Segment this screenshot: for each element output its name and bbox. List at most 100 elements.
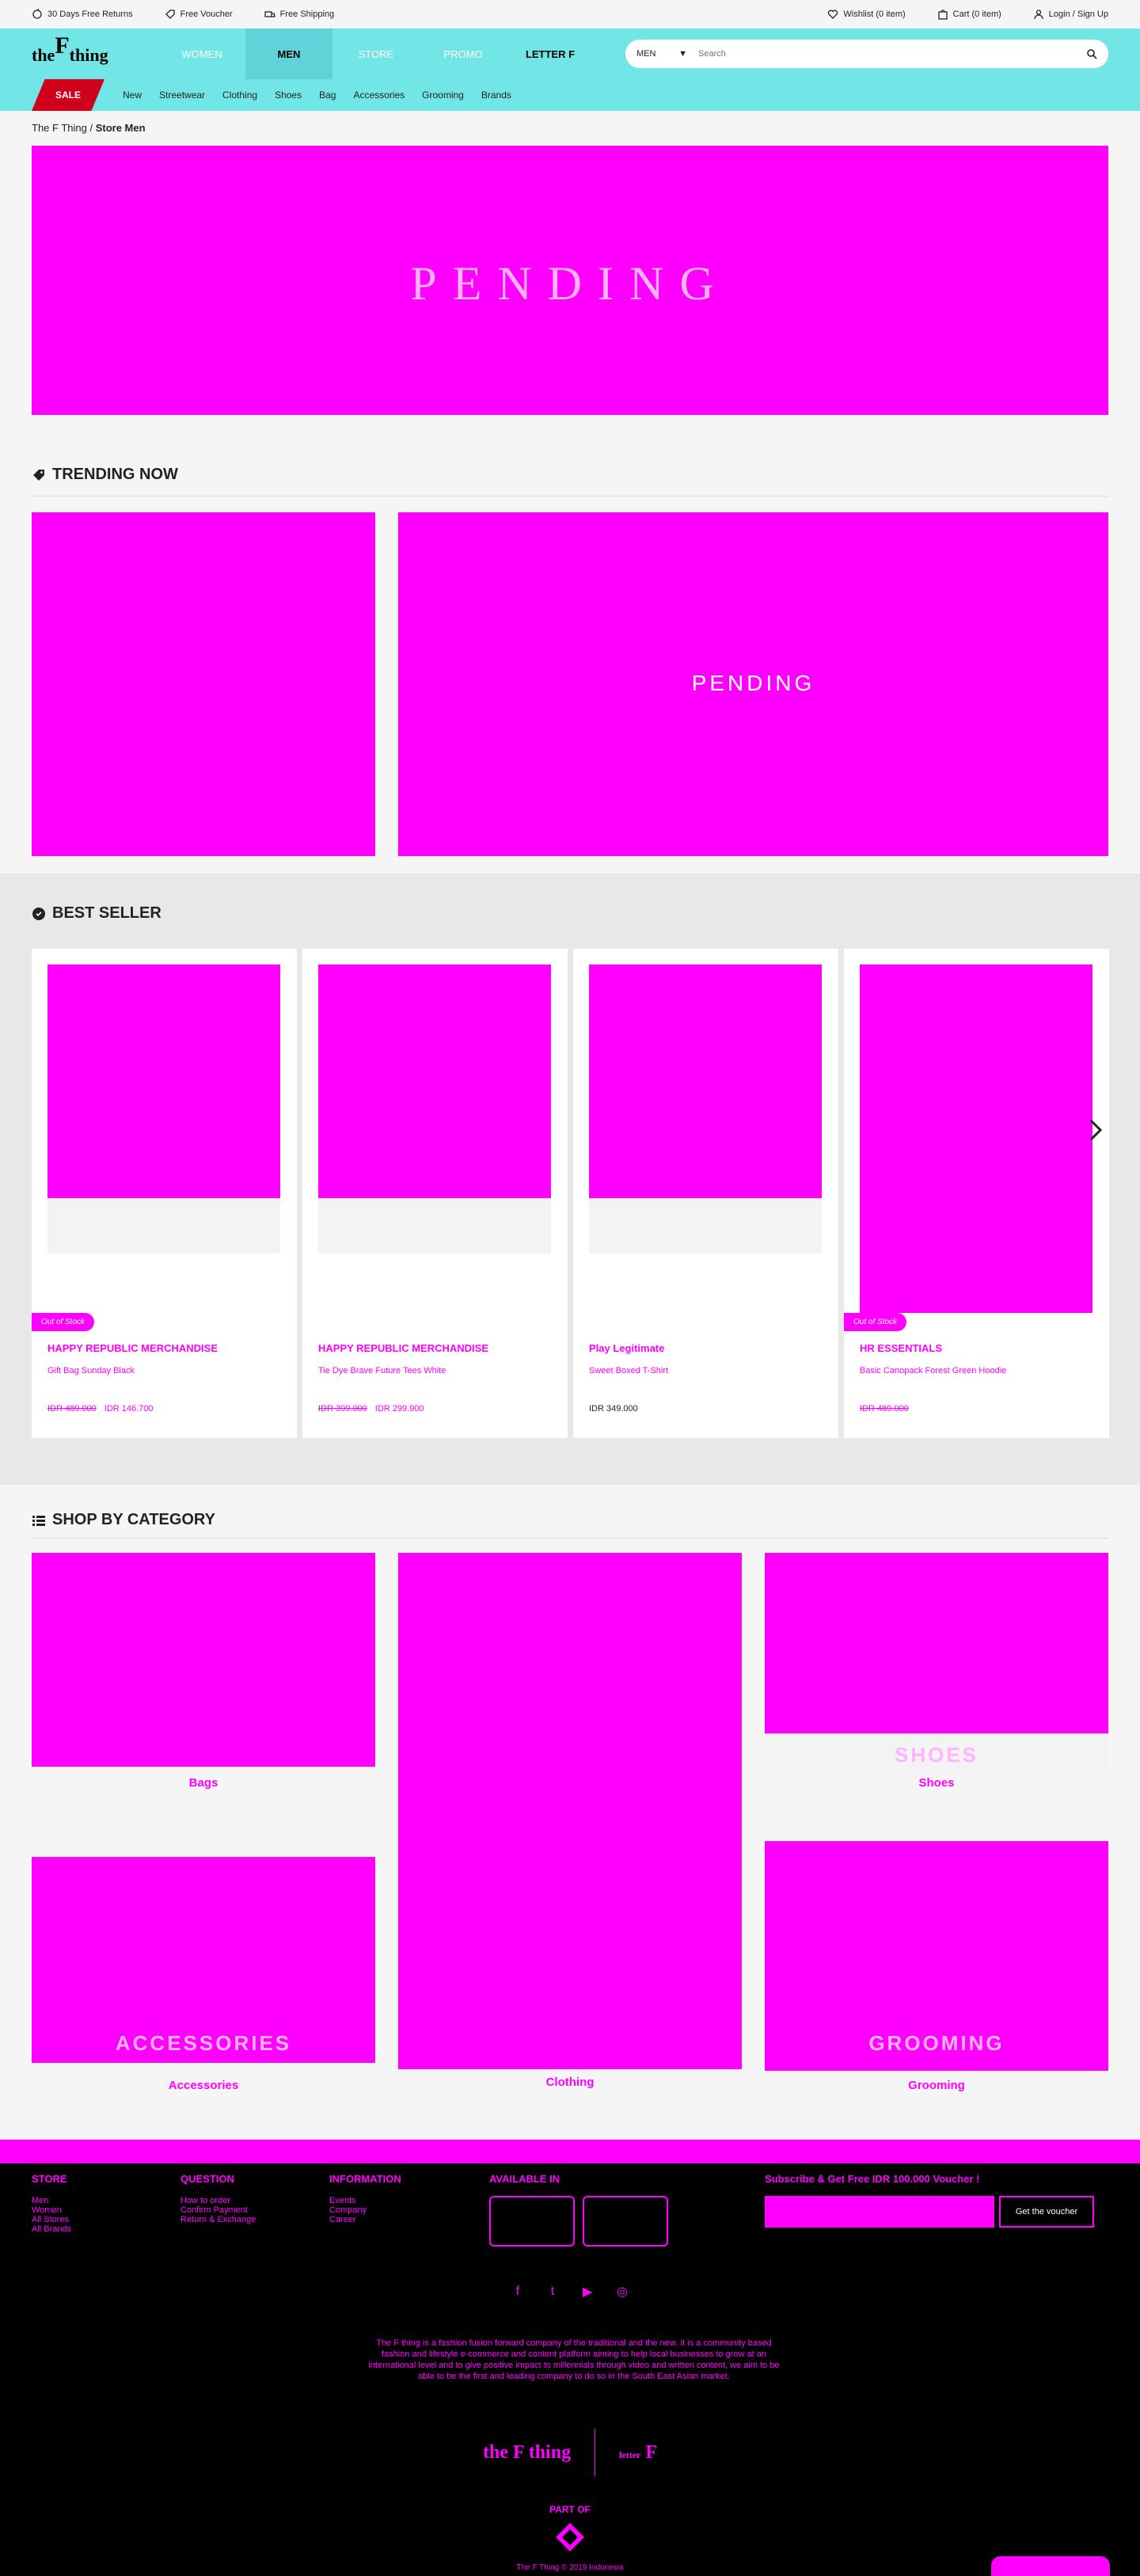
- product-image[interactable]: [318, 965, 551, 1198]
- nav-promo[interactable]: PROMO: [420, 29, 507, 79]
- google-play-badge[interactable]: [583, 2196, 668, 2247]
- nav-letter-f[interactable]: LETTER F: [507, 29, 594, 79]
- wishlist-link[interactable]: Wishlist (0 item): [827, 9, 906, 20]
- footer-link-men[interactable]: Men: [32, 2196, 71, 2205]
- category-label[interactable]: Grooming: [765, 2079, 1108, 2092]
- divider: [32, 1538, 1108, 1539]
- subnav-item-streetwear[interactable]: Streetwear: [159, 89, 205, 101]
- product-name[interactable]: Tie Dye Brave Future Tees White: [318, 1366, 446, 1376]
- footer-link-events[interactable]: Events: [329, 2196, 401, 2205]
- trending-image-2[interactable]: PENDING: [398, 512, 1108, 856]
- facebook-icon[interactable]: f: [510, 2284, 526, 2300]
- parent-company-logo[interactable]: [554, 2521, 586, 2553]
- instagram-icon[interactable]: ◎: [614, 2284, 630, 2300]
- chevron-right-icon[interactable]: [1086, 1118, 1105, 1142]
- site-logo[interactable]: theFthing: [32, 32, 127, 67]
- subnav-item-clothing[interactable]: Clothing: [222, 89, 257, 101]
- caret-down-icon: ▼: [678, 49, 687, 59]
- product-name[interactable]: Gift Bag Sunday Black: [48, 1366, 135, 1376]
- footer-link-career[interactable]: Career: [329, 2215, 401, 2224]
- footer-link-how-to-order[interactable]: How to order: [180, 2196, 256, 2205]
- product-price: IDR 399.000 IDR 299.900: [318, 1404, 424, 1414]
- subnav-item-bag[interactable]: Bag: [319, 89, 336, 101]
- nav-women[interactable]: WOMEN: [158, 29, 245, 79]
- search-category-select[interactable]: MEN ▼: [636, 49, 692, 59]
- out-of-stock-badge: Out of Stock: [844, 1313, 907, 1331]
- category-label[interactable]: Bags: [32, 1776, 375, 1790]
- product-brand: HR ESSENTIALS: [860, 1342, 943, 1354]
- sale-link[interactable]: SALE: [32, 79, 104, 111]
- category-image[interactable]: [398, 1553, 742, 2069]
- subscribe-email-input[interactable]: [765, 2196, 994, 2228]
- cart-link[interactable]: Cart (0 item): [937, 9, 1001, 20]
- get-voucher-button[interactable]: Get the voucher: [999, 2196, 1094, 2228]
- trending-image-1[interactable]: [32, 512, 375, 856]
- category-label[interactable]: Clothing: [398, 2076, 742, 2089]
- category-shoes[interactable]: SHOES Shoes: [765, 1553, 1108, 1790]
- nav-store[interactable]: STORE: [332, 29, 420, 79]
- subnav-item-brands[interactable]: Brands: [481, 89, 511, 101]
- tag-icon: [33, 469, 44, 481]
- footer-logo-letterf[interactable]: letter F: [619, 2442, 657, 2464]
- category-bags[interactable]: Bags: [32, 1553, 375, 1790]
- category-clothing[interactable]: Clothing: [398, 1553, 742, 2091]
- footer-link-company[interactable]: Company: [329, 2205, 401, 2215]
- footer-link-return-exchange[interactable]: Return & Exchange: [180, 2215, 256, 2224]
- youtube-icon[interactable]: ▶: [580, 2284, 595, 2300]
- nav-men[interactable]: MEN: [245, 29, 332, 79]
- category-label[interactable]: Accessories: [32, 2079, 375, 2092]
- footer-link-women[interactable]: Women: [32, 2205, 71, 2215]
- free-shipping-info: Free Shipping: [264, 9, 334, 20]
- footer-logo-thefthing[interactable]: the F thing: [483, 2442, 571, 2464]
- product-card[interactable]: HAPPY REPUBLIC MERCHANDISE Tie Dye Brave…: [302, 949, 568, 1438]
- main-nav: theFthing WOMEN MEN STORE PROMO LETTER F…: [0, 29, 1140, 79]
- product-card[interactable]: Play Legitimate Sweet Boxed T-Shirt IDR …: [573, 949, 838, 1438]
- product-price: IDR 349.000: [589, 1404, 638, 1414]
- product-name[interactable]: Sweet Boxed T-Shirt: [589, 1366, 668, 1376]
- user-icon: [1034, 10, 1043, 20]
- product-price: IDR 489.000 IDR 146.700: [48, 1404, 154, 1414]
- subnav-item-new[interactable]: New: [123, 89, 142, 101]
- social-links: f t ▶ ◎: [0, 2284, 1140, 2300]
- badge-icon: [32, 907, 45, 920]
- twitter-icon[interactable]: t: [545, 2284, 560, 2300]
- copyright: The F Thing © 2019 Indonesia: [516, 2563, 624, 2572]
- search-bar: MEN ▼: [625, 40, 1108, 68]
- footer-store-column: STORE Men Women All Stores All Brands: [32, 2173, 72, 2234]
- subnav-item-accessories[interactable]: Accessories: [353, 89, 405, 101]
- category-image[interactable]: [32, 1553, 375, 1767]
- product-name[interactable]: Basic Canopack Forest Green Hoodie: [860, 1366, 1006, 1376]
- product-card[interactable]: Out of Stock HAPPY REPUBLIC MERCHANDISE …: [32, 949, 297, 1438]
- return-icon: [32, 9, 42, 19]
- product-image[interactable]: [589, 965, 822, 1198]
- product-card[interactable]: Out of Stock HR ESSENTIALS Basic Canopac…: [844, 949, 1109, 1438]
- product-brand: Play Legitimate: [589, 1342, 665, 1354]
- login-link[interactable]: Login / Sign Up: [1033, 9, 1108, 20]
- footer-available-column: AVAILABLE IN: [489, 2173, 668, 2247]
- image-shadow: [589, 1198, 822, 1254]
- search-input[interactable]: [697, 48, 1086, 59]
- product-image[interactable]: [48, 965, 280, 1198]
- chat-button[interactable]: [991, 2556, 1110, 2576]
- breadcrumb: The F Thing / Store Men: [32, 122, 146, 134]
- category-grooming[interactable]: GROOMING Grooming: [765, 1841, 1108, 2095]
- list-icon: [32, 1515, 45, 1526]
- footer-link-all-brands[interactable]: All Brands: [32, 2224, 71, 2234]
- subnav-item-shoes[interactable]: Shoes: [275, 89, 302, 101]
- footer-link-confirm-payment[interactable]: Confirm Payment: [180, 2205, 256, 2215]
- breadcrumb-home[interactable]: The F Thing: [32, 122, 87, 134]
- category-accessories[interactable]: ACCESSORIES Accessories: [32, 1841, 375, 2095]
- hero-banner[interactable]: PENDING: [32, 146, 1108, 415]
- app-store-badge[interactable]: [489, 2196, 575, 2247]
- category-overlay-text: ACCESSORIES: [115, 2031, 292, 2055]
- footer-link-all-stores[interactable]: All Stores: [32, 2215, 71, 2224]
- product-image[interactable]: [860, 965, 1092, 1313]
- bestseller-title: BEST SELLER: [32, 904, 162, 923]
- subnav-item-grooming[interactable]: Grooming: [422, 89, 464, 101]
- category-image[interactable]: [765, 1553, 1108, 1733]
- tag-icon: [165, 10, 175, 19]
- utility-bar: 30 Days Free Returns Free Voucher Free S…: [0, 0, 1140, 29]
- truck-icon: [264, 11, 276, 17]
- search-icon[interactable]: [1086, 48, 1097, 59]
- category-label[interactable]: Shoes: [765, 1776, 1108, 1790]
